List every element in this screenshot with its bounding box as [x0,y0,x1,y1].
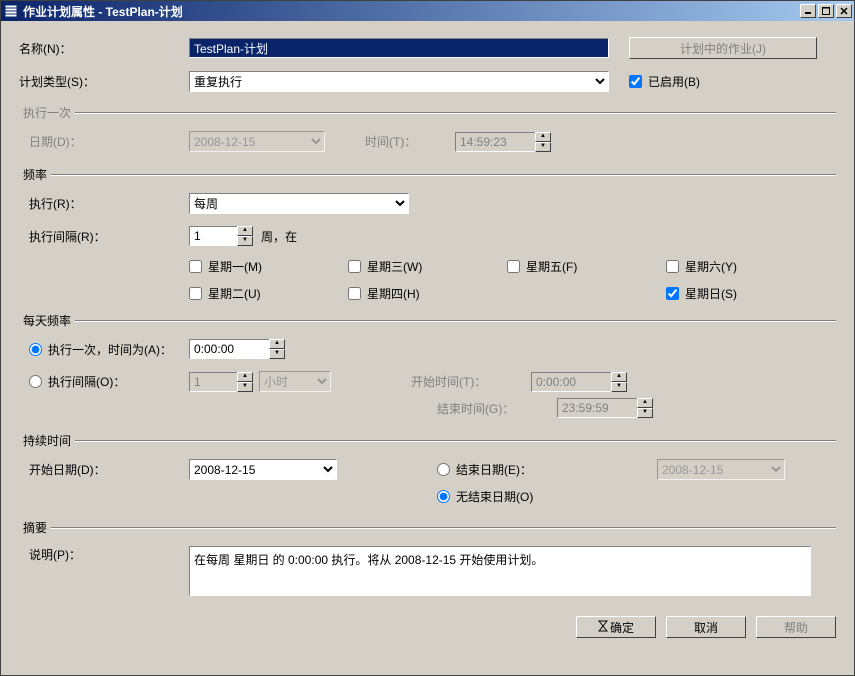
group-execute-once: 执行一次 日期(D)： 2008-12-15 时间(T)： ▲▼ [19,104,836,160]
recur-weeks-spinner[interactable]: ▲▼ [189,226,253,246]
occurs-once-time-spinner[interactable]: ▲▼ [189,339,285,359]
spin-down-icon: ▼ [637,408,653,418]
description-textarea[interactable] [189,546,811,596]
spin-down-icon: ▼ [535,142,551,152]
group-frequency-legend: 频率 [19,166,51,183]
occurs-every-radio[interactable]: 执行间隔(O)： [19,373,189,390]
group-duration: 持续时间 开始日期(D)： 2008-12-15 结束日期(E)： 2008-1… [19,432,836,513]
titlebar: 作业计划属性 - TestPlan-计划 [1,1,854,21]
dialog-content: 名称(N)： 计划中的作业(J) 计划类型(S)： 重复执行 已启用(B) 执行… [1,21,854,675]
spin-down-icon: ▼ [611,382,627,392]
weekday-mon[interactable]: 星期一(M) [189,258,332,275]
spin-up-icon[interactable]: ▲ [269,339,285,349]
weekday-fri[interactable]: 星期五(F) [507,258,650,275]
schedule-type-combo[interactable]: 重复执行 [189,71,609,92]
name-input[interactable] [189,38,609,58]
execute-label: 执行(R)： [19,195,189,212]
group-execute-once-legend: 执行一次 [19,104,75,121]
weekday-thu[interactable]: 星期四(H) [348,285,491,302]
once-date-picker: 2008-12-15 [189,131,325,152]
cancel-button[interactable]: 取消 [666,616,746,638]
once-time-label: 时间(T)： [365,133,455,150]
group-summary-legend: 摘要 [19,519,51,536]
spin-down-icon: ▼ [237,382,253,392]
group-summary: 摘要 说明(P)： [19,519,836,604]
occurs-every-n-spinner: ▲▼ [189,372,253,392]
maximize-button[interactable] [818,4,834,18]
help-button[interactable]: 帮助 [756,616,836,638]
spin-up-icon[interactable]: ▲ [237,226,253,236]
group-duration-legend: 持续时间 [19,432,75,449]
once-date-label: 日期(D)： [19,133,189,150]
window-controls [798,4,852,18]
once-time-spinner: ▲▼ [455,132,551,152]
enabled-checkbox-input[interactable] [629,75,642,88]
no-end-date-radio[interactable]: 无结束日期(O) [437,488,533,505]
daily-start-label: 开始时间(T)： [411,373,531,390]
end-date-picker: 2008-12-15 [657,459,785,480]
description-label: 说明(P)： [19,546,189,563]
occurs-once-radio[interactable]: 执行一次，时间为(A)： [19,341,189,358]
start-date-picker[interactable]: 2008-12-15 [189,459,337,480]
daily-start-spinner: ▲▼ [531,372,627,392]
button-bar: 确定 取消 帮助 [19,610,836,638]
occurs-every-unit-combo: 小时 [259,371,331,392]
start-date-label: 开始日期(D)： [19,461,189,478]
spin-down-icon[interactable]: ▼ [237,236,253,246]
weekday-tue[interactable]: 星期二(U) [189,285,332,302]
enabled-label: 已启用(B) [648,73,700,90]
week-suffix-label: 周，在 [261,228,297,245]
jobs-in-schedule-button[interactable]: 计划中的作业(J) [629,37,817,59]
group-daily-legend: 每天频率 [19,312,75,329]
schedule-type-label: 计划类型(S)： [19,73,189,90]
execute-combo[interactable]: 每周 [189,193,409,214]
ok-button[interactable]: 确定 [576,616,656,638]
group-frequency: 频率 执行(R)： 每周 执行间隔(R)： ▲▼ 周，在 星期一(M) 星期三(… [19,166,836,306]
daily-end-label: 结束时间(G)： [437,400,557,417]
weekday-sat[interactable]: 星期六(Y) [666,258,809,275]
spin-up-icon: ▲ [611,372,627,382]
weekday-sun[interactable]: 星期日(S) [666,285,809,302]
name-label: 名称(N)： [19,40,189,57]
enabled-checkbox[interactable]: 已启用(B) [629,73,700,90]
spin-down-icon[interactable]: ▼ [269,349,285,359]
minimize-button[interactable] [800,4,816,18]
close-button[interactable] [836,4,852,18]
window-title: 作业计划属性 - TestPlan-计划 [23,3,798,20]
app-icon [3,3,19,19]
weekday-wed[interactable]: 星期三(W) [348,258,491,275]
hourglass-icon [598,620,608,635]
daily-end-spinner: ▲▼ [557,398,653,418]
recur-every-label: 执行间隔(R)： [19,228,189,245]
spin-up-icon: ▲ [637,398,653,408]
group-daily-frequency: 每天频率 执行一次，时间为(A)： ▲▼ 执行间隔(O)： ▲▼ [19,312,836,426]
end-date-radio[interactable]: 结束日期(E)： [437,461,657,478]
spin-up-icon: ▲ [237,372,253,382]
dialog-window: 作业计划属性 - TestPlan-计划 名称(N)： 计划中的作业(J) 计划… [0,0,855,676]
spin-up-icon: ▲ [535,132,551,142]
